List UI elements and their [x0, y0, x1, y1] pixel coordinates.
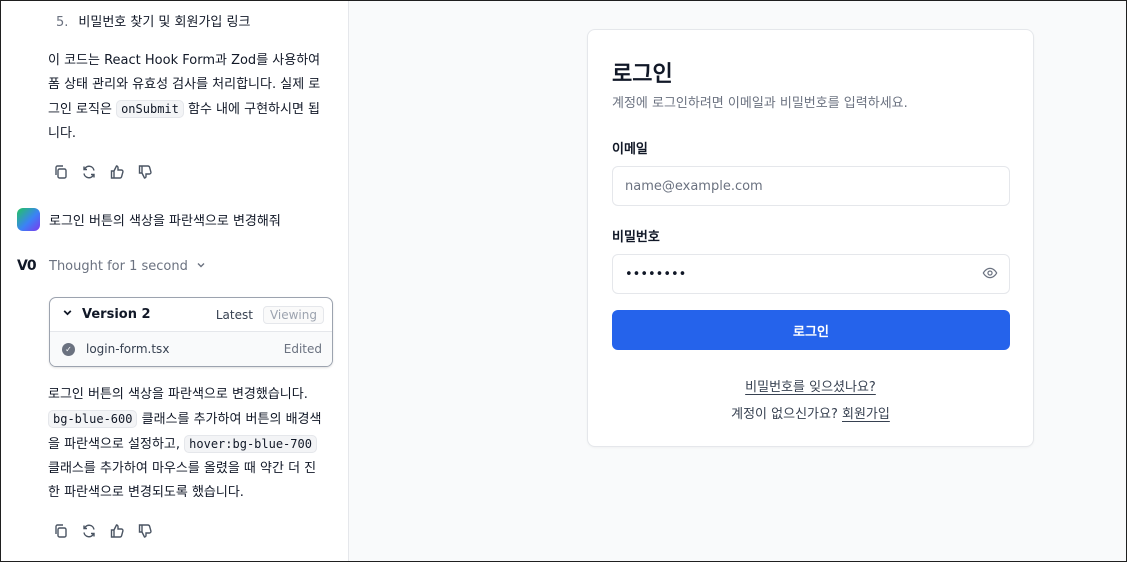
- preview-panel: 로그인 계정에 로그인하려면 이메일과 비밀번호를 입력하세요. 이메일 비밀번…: [349, 1, 1126, 561]
- forgot-password-link[interactable]: 비밀번호를 잊으셨나요?: [745, 380, 876, 395]
- refresh-icon[interactable]: [80, 522, 98, 540]
- latest-badge: Latest: [215, 307, 253, 322]
- login-description: 계정에 로그인하려면 이메일과 비밀번호를 입력하세요.: [612, 96, 908, 111]
- list-text: 비밀번호 찾기 및 회원가입 링크: [78, 15, 251, 30]
- thumbs-up-icon[interactable]: [108, 522, 126, 540]
- version-header[interactable]: Version 2 Latest Viewing: [50, 298, 332, 332]
- forgot-password-row: 비밀번호를 잊으셨나요?: [588, 376, 1033, 395]
- eye-icon[interactable]: [982, 265, 1000, 283]
- thumbs-up-icon[interactable]: [108, 163, 126, 181]
- login-card: 로그인 계정에 로그인하려면 이메일과 비밀번호를 입력하세요. 이메일 비밀번…: [587, 29, 1034, 447]
- message-actions: [52, 163, 154, 181]
- thumbs-down-icon[interactable]: [136, 163, 154, 181]
- message-actions: [52, 522, 154, 540]
- copy-icon[interactable]: [52, 163, 70, 181]
- viewing-badge: Viewing: [262, 305, 324, 324]
- message-text: 로그인 버튼의 색상을 파란색으로 변경했습니다.: [48, 387, 308, 402]
- chat-panel: 5. 비밀번호 찾기 및 회원가입 링크 이 코드는 React Hook For…: [1, 1, 349, 561]
- password-field[interactable]: [612, 254, 1010, 294]
- password-label: 비밀번호: [612, 230, 660, 245]
- assistant-message-1: 이 코드는 React Hook Form과 Zod를 사용하여 폼 상태 관리…: [48, 49, 328, 146]
- version-title: Version 2: [82, 307, 151, 322]
- thought-label: Thought for 1 second: [49, 258, 188, 274]
- message-text: 클래스를 추가하여 마우스를 올렸을 때 약간 더 진한 파란색으로 변경되도록…: [48, 461, 317, 500]
- user-message: 로그인 버튼의 색상을 파란색으로 변경해줘: [17, 208, 281, 231]
- chevron-down-icon: [196, 259, 206, 274]
- thumbs-down-icon[interactable]: [136, 522, 154, 540]
- refresh-icon[interactable]: [80, 163, 98, 181]
- assistant-message-2: 로그인 버튼의 색상을 파란색으로 변경했습니다. bg-blue-600 클래…: [48, 383, 328, 505]
- password-wrapper: [612, 254, 1010, 294]
- signup-prompt: 계정이 없으신가요?: [731, 407, 842, 422]
- inline-code: bg-blue-600: [48, 410, 138, 428]
- avatar: [17, 208, 40, 231]
- chevron-down-icon[interactable]: [62, 307, 74, 322]
- email-field[interactable]: [612, 166, 1010, 206]
- list-item: 5. 비밀번호 찾기 및 회원가입 링크: [56, 11, 250, 30]
- copy-icon[interactable]: [52, 522, 70, 540]
- file-name: login-form.tsx: [86, 342, 170, 356]
- v0-logo-icon: V0: [17, 258, 37, 274]
- login-button[interactable]: 로그인: [612, 310, 1010, 350]
- login-title: 로그인: [612, 62, 673, 87]
- inline-code: onSubmit: [116, 100, 184, 118]
- thought-indicator[interactable]: V0 Thought for 1 second: [17, 258, 206, 274]
- signup-link[interactable]: 회원가입: [842, 407, 890, 422]
- app-window: 5. 비밀번호 찾기 및 회원가입 링크 이 코드는 React Hook For…: [0, 0, 1127, 562]
- version-card[interactable]: Version 2 Latest Viewing ✓ login-form.ts…: [49, 297, 333, 367]
- email-label: 이메일: [612, 142, 648, 157]
- list-number: 5.: [56, 15, 69, 30]
- check-circle-icon: ✓: [62, 342, 75, 356]
- inline-code: hover:bg-blue-700: [184, 435, 317, 453]
- version-file-row[interactable]: ✓ login-form.tsx Edited: [50, 332, 332, 366]
- user-message-text: 로그인 버튼의 색상을 파란색으로 변경해줘: [49, 214, 281, 229]
- signup-row: 계정이 없으신가요? 회원가입: [588, 403, 1033, 422]
- file-status: Edited: [283, 342, 322, 356]
